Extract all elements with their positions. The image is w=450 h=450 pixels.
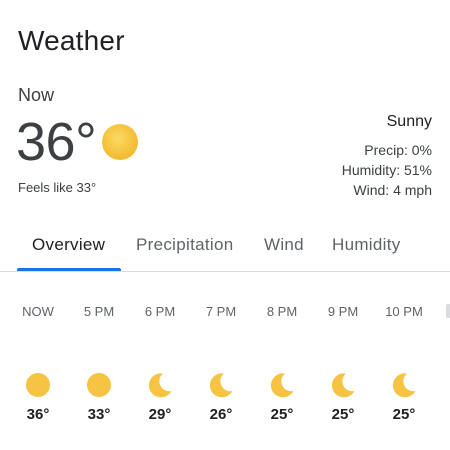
hour-item: NOW 36° bbox=[13, 300, 63, 430]
hour-temp: 36° bbox=[26, 406, 50, 423]
hour-time: 7 PM bbox=[205, 304, 237, 319]
precip-text: Precip: 0% bbox=[364, 142, 432, 158]
tabs-divider bbox=[0, 271, 450, 272]
condition-text: Sunny bbox=[386, 113, 432, 130]
hour-item: 10 PM 25° bbox=[379, 300, 429, 430]
page-title: Weather bbox=[18, 25, 125, 56]
hour-item: 8 PM 25° bbox=[257, 300, 307, 430]
current-temperature: 36° bbox=[16, 112, 97, 172]
hour-time: 6 PM bbox=[144, 304, 176, 319]
hour-temp: 25° bbox=[331, 406, 355, 423]
scroll-edge-indicator bbox=[446, 304, 450, 318]
hour-temp: 26° bbox=[209, 406, 233, 423]
moon-icon bbox=[209, 373, 233, 398]
tab-wind[interactable]: Wind bbox=[264, 234, 304, 256]
sun-icon bbox=[26, 373, 50, 397]
hour-item: 6 PM 29° bbox=[135, 300, 185, 430]
hour-temp: 33° bbox=[87, 406, 111, 423]
feels-like-text: Feels like 33° bbox=[18, 180, 97, 195]
hour-time: 5 PM bbox=[83, 304, 115, 319]
hour-time: 8 PM bbox=[266, 304, 298, 319]
tab-bar: Overview Precipitation Wind Humidity bbox=[0, 228, 450, 272]
sun-icon bbox=[87, 373, 111, 397]
hour-time: 10 PM bbox=[385, 304, 423, 319]
hour-item: 9 PM 25° bbox=[318, 300, 368, 430]
now-label: Now bbox=[18, 85, 55, 105]
hour-item: 7 PM 26° bbox=[196, 300, 246, 430]
hour-time: 9 PM bbox=[327, 304, 359, 319]
tab-overview[interactable]: Overview bbox=[32, 234, 105, 256]
humidity-text: Humidity: 51% bbox=[341, 162, 432, 178]
moon-icon bbox=[392, 373, 416, 398]
hour-item: 5 PM 33° bbox=[74, 300, 124, 430]
hourly-forecast[interactable]: NOW 36° 5 PM 33° 6 PM 29° 7 PM 26° 8 PM … bbox=[0, 300, 450, 440]
hour-time: NOW bbox=[22, 304, 54, 319]
hour-temp: 25° bbox=[392, 406, 416, 423]
sun-icon bbox=[102, 124, 138, 160]
moon-icon bbox=[270, 373, 294, 398]
hour-temp: 25° bbox=[270, 406, 294, 423]
moon-icon bbox=[331, 373, 355, 398]
conditions-panel: Sunny Precip: 0% Humidity: 51% Wind: 4 m… bbox=[342, 112, 432, 200]
tab-precipitation[interactable]: Precipitation bbox=[136, 234, 233, 256]
moon-icon bbox=[148, 373, 172, 398]
hour-temp: 29° bbox=[148, 406, 172, 423]
tab-humidity[interactable]: Humidity bbox=[332, 234, 401, 256]
wind-text: Wind: 4 mph bbox=[353, 182, 432, 198]
